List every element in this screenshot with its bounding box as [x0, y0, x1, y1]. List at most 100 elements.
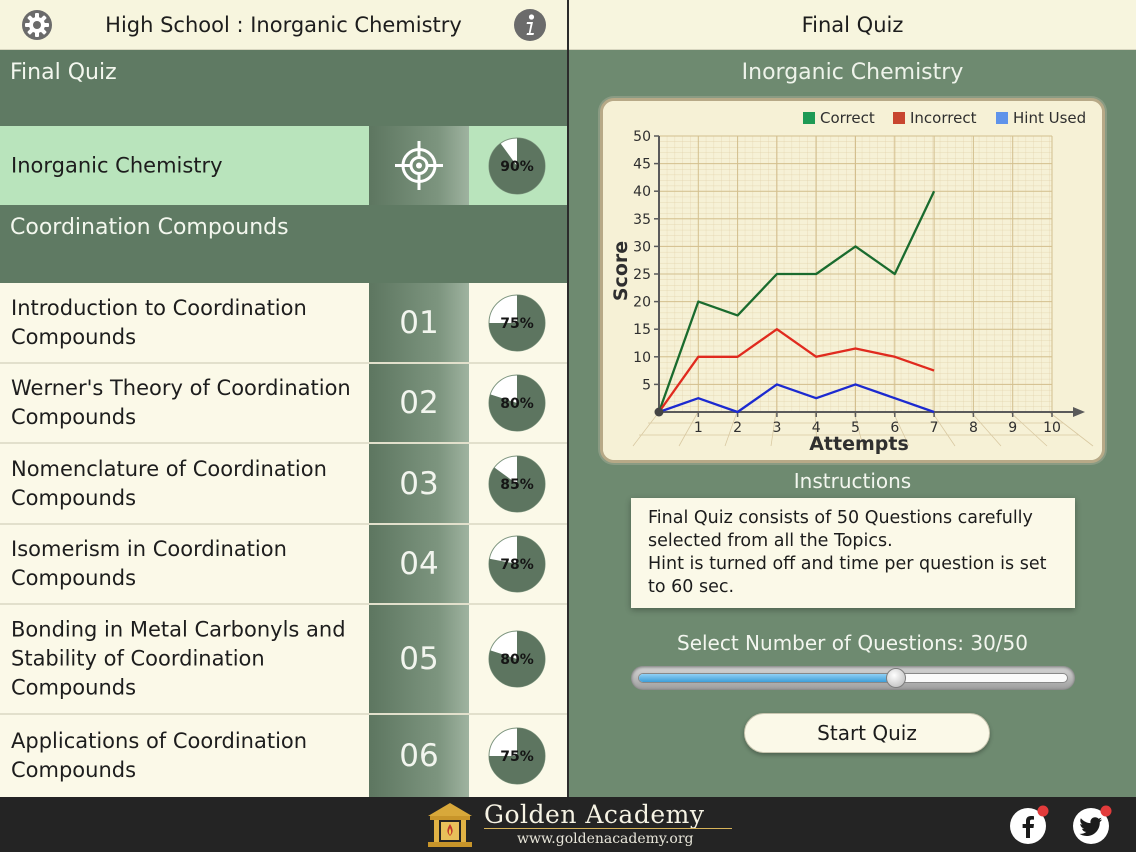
target-cell[interactable] — [369, 126, 469, 205]
progress-label: 78% — [500, 557, 534, 573]
instructions-title: Instructions — [793, 469, 912, 493]
topic-progress-cell: 90% — [469, 126, 567, 205]
chapter-progress-cell: 78% — [469, 525, 567, 603]
y-tick-label: 15 — [633, 322, 651, 338]
quiz-title: Final Quiz — [801, 13, 904, 37]
y-axis-label: Score — [610, 241, 632, 301]
origin-point — [654, 407, 664, 417]
topic-label: Inorganic Chemistry — [11, 153, 223, 177]
chapter-section-header: Coordination Compounds — [0, 205, 567, 283]
chapter-row-02[interactable]: Werner's Theory of Coordination Compound… — [0, 364, 567, 444]
chapter-label: Isomerism in Coordination Compounds — [11, 537, 287, 590]
chapter-number: 04 — [399, 546, 439, 582]
chapter-progress-cell: 80% — [469, 364, 567, 442]
chapter-row-06[interactable]: Applications of Coordination Compounds 0… — [0, 715, 567, 797]
instructions-box: Final Quiz consists of 50 Questions care… — [631, 498, 1075, 608]
question-count-label: Select Number of Questions: 30/50 — [677, 631, 1028, 655]
quiz-panel: Final Quiz Inorganic Chemistry 5 10 15 20 25… — [569, 0, 1136, 797]
slider-knob[interactable] — [886, 668, 906, 688]
progress-pie: 75% — [488, 727, 546, 785]
left-header: High School : Inorganic Chemistry — [0, 0, 567, 50]
x-tick-label: 2 — [733, 420, 742, 436]
progress-label: 90% — [500, 159, 534, 175]
chapter-row-04[interactable]: Isomerism in Coordination Compounds 04 7… — [0, 525, 567, 605]
progress-pie: 78% — [488, 535, 546, 593]
chapter-number: 06 — [399, 738, 439, 774]
twitter-icon[interactable] — [1072, 805, 1112, 845]
instructions-line-2: Hint is turned off and time per question… — [648, 554, 1047, 597]
legend-swatch — [803, 112, 815, 124]
info-icon[interactable] — [513, 8, 547, 42]
progress-pie: 80% — [488, 630, 546, 688]
chapter-number-cell: 02 — [369, 364, 469, 442]
x-tick-label: 9 — [1008, 420, 1017, 436]
brand-url[interactable]: www.goldenacademy.org — [517, 831, 694, 847]
chapter-number: 03 — [399, 465, 439, 502]
chapter-number-cell: 03 — [369, 444, 469, 523]
chapter-progress-cell: 75% — [469, 283, 567, 362]
slider-track[interactable] — [638, 673, 1068, 683]
chapter-row-05[interactable]: Bonding in Metal Carbonyls and Stability… — [0, 605, 567, 715]
chapter-progress-cell: 80% — [469, 605, 567, 713]
instructions-text: Final Quiz consists of 50 Questions care… — [648, 507, 1061, 599]
chart-title: Inorganic Chemistry — [741, 60, 964, 85]
facebook-icon[interactable] — [1009, 805, 1049, 845]
start-quiz-button[interactable]: Start Quiz — [744, 713, 990, 753]
chapter-progress-cell: 75% — [469, 715, 567, 797]
brand-underline — [484, 828, 732, 829]
legend-swatch — [893, 112, 905, 124]
chapter-number-cell: 01 — [369, 283, 469, 362]
chapter-label: Nomenclature of Coordination Compounds — [11, 456, 327, 510]
y-tick-label: 10 — [633, 350, 651, 366]
chapter-row-03[interactable]: Nomenclature of Coordination Compounds 0… — [0, 444, 567, 525]
chapter-number-cell: 05 — [369, 605, 469, 713]
gear-icon[interactable] — [20, 8, 54, 42]
legend-label: Incorrect — [910, 109, 977, 127]
x-tick-label: 8 — [969, 420, 978, 436]
chapter-progress-cell: 85% — [469, 444, 567, 523]
chapter-number: 05 — [399, 641, 439, 677]
progress-label: 80% — [500, 396, 534, 412]
chapter-label: Introduction to Coordination Compounds — [11, 295, 307, 349]
right-header: Final Quiz — [569, 0, 1136, 50]
final-quiz-section-header: Final Quiz — [0, 50, 567, 126]
progress-pie: 80% — [488, 374, 546, 432]
progress-label: 80% — [500, 652, 534, 668]
y-tick-label: 50 — [633, 129, 651, 145]
question-count-slider[interactable] — [631, 666, 1075, 690]
target-icon — [395, 141, 443, 190]
score-chart: 5 10 15 20 25 30 35 40 45 50 1 2 3 4 5 6 7 8 9 10 Correct I… — [600, 98, 1105, 463]
app-title: High School : Inorganic Chemistry — [105, 13, 462, 37]
brand-name: Golden Academy — [484, 800, 705, 829]
footer: Golden Academy www.goldenacademy.org — [0, 797, 1136, 852]
progress-label: 75% — [500, 749, 534, 765]
chapter-number-cell: 04 — [369, 525, 469, 603]
score-chart-svg: 5101520253035404550 1 2 3 4 5 6 7 8 9 10 Correct I… — [603, 101, 1102, 460]
progress-label: 75% — [500, 316, 534, 332]
y-tick-label: 5 — [642, 377, 651, 393]
progress-pie: 85% — [488, 455, 546, 512]
academy-logo-icon[interactable] — [425, 800, 475, 850]
topics-panel: High School : Inorganic Chemistry Final … — [0, 0, 567, 797]
instructions-line-1: Final Quiz consists of 50 Questions care… — [648, 508, 1033, 551]
y-tick-label: 25 — [633, 267, 651, 283]
legend-label: Correct — [820, 109, 875, 127]
legend-label: Hint Used — [1013, 109, 1086, 127]
x-tick-label: 1 — [694, 420, 703, 436]
chapter-section-label: Coordination Compounds — [10, 215, 289, 240]
x-tick-label: 3 — [772, 420, 781, 436]
x-tick-label: 7 — [930, 420, 939, 436]
progress-label: 85% — [500, 477, 534, 493]
y-tick-label: 45 — [633, 157, 651, 173]
legend-swatch — [996, 112, 1008, 124]
chapter-label: Applications of Coordination Compounds — [11, 729, 308, 782]
y-tick-label: 30 — [633, 239, 651, 255]
chapter-row-01[interactable]: Introduction to Coordination Compounds 0… — [0, 283, 567, 364]
progress-pie: 75% — [488, 294, 546, 351]
topic-row-inorganic-chemistry[interactable]: Inorganic Chemistry 90% — [0, 126, 567, 205]
slider-fill — [639, 674, 896, 682]
y-tick-label: 35 — [633, 212, 651, 228]
chapter-label: Werner's Theory of Coordination Compound… — [11, 376, 351, 429]
progress-pie: 90% — [488, 137, 546, 194]
y-tick-label: 20 — [633, 295, 651, 311]
